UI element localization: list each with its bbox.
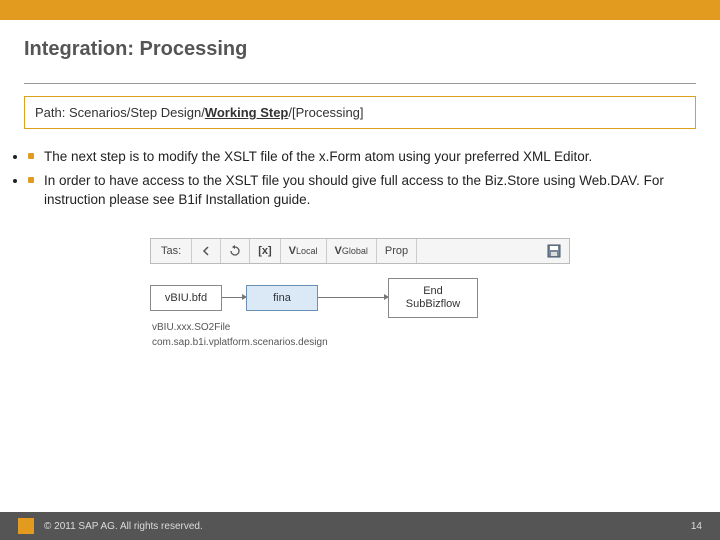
flow-node-start: vBIU.bfd <box>150 285 222 311</box>
path-box: Path: Scenarios/Step Design/Working Step… <box>24 96 696 129</box>
connector-arrow-icon <box>318 297 388 298</box>
connector-arrow-icon <box>222 297 246 298</box>
v-global-icon: VGlobal <box>327 239 377 263</box>
path-seg-1: Scenarios/Step Design/ <box>69 105 205 120</box>
path-label: Path: <box>35 105 69 120</box>
footer-left: © 2011 SAP AG. All rights reserved. <box>18 518 203 534</box>
brand-square-icon <box>18 518 34 534</box>
flow-row: vBIU.bfd fina End SubBizflow <box>150 278 570 318</box>
page-number: 14 <box>691 521 702 532</box>
flow-end-line1: End <box>397 285 469 298</box>
diagram-toolbar: Tas: [x] VLocal VGlobal Prop <box>150 238 570 264</box>
footer-bar: © 2011 SAP AG. All rights reserved. 14 <box>0 512 720 540</box>
brand-top-bar <box>0 0 720 20</box>
close-box-icon: [x] <box>250 239 280 263</box>
list-item: The next step is to modify the XSLT file… <box>28 147 692 167</box>
flow-sublabel-1: vBIU.xxx.SO2File <box>152 322 570 333</box>
flow-sublabel-2: com.sap.b1i.vplatform.scenarios.design <box>152 337 570 348</box>
header: Integration: Processing <box>0 20 720 71</box>
toolbar-label: Tas: <box>151 239 192 263</box>
flow-node-end: End SubBizflow <box>388 278 478 318</box>
screenshot-diagram: Tas: [x] VLocal VGlobal Prop vBIU.bfd fi… <box>150 238 570 348</box>
refresh-icon <box>221 239 250 263</box>
flow-node-vbiu: vBIU.bfd <box>150 285 222 311</box>
page-title: Integration: Processing <box>24 38 696 61</box>
list-item: In order to have access to the XSLT file… <box>28 171 692 210</box>
v-local-icon: VLocal <box>281 239 327 263</box>
flow-end-line2: SubBizflow <box>397 298 469 311</box>
path-seg-3: /[Processing] <box>288 105 363 120</box>
back-icon <box>192 239 221 263</box>
copyright-text: © 2011 SAP AG. All rights reserved. <box>44 521 203 532</box>
flow-node-fina: fina <box>246 285 318 311</box>
prop-icon: Prop <box>377 239 417 263</box>
bullet-list: The next step is to modify the XSLT file… <box>28 147 692 210</box>
save-icon <box>417 239 569 263</box>
title-divider <box>24 83 696 84</box>
path-seg-working-step: Working Step <box>205 105 289 120</box>
